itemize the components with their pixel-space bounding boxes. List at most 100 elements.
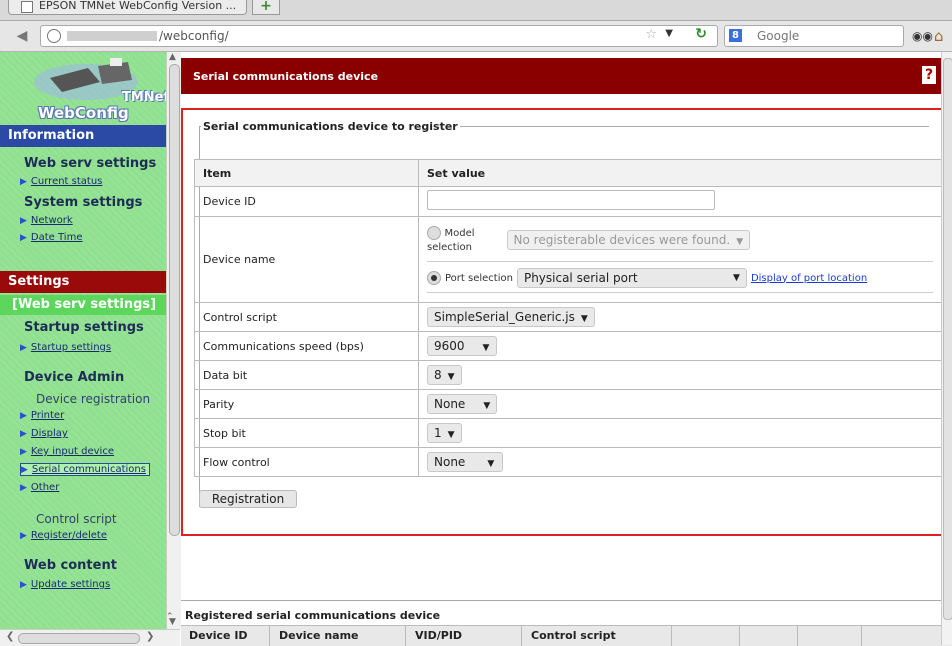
- port-selection-label: Port selection: [445, 272, 513, 284]
- scroll-marker-icon: ⌃: [166, 612, 174, 622]
- parity-dropdown[interactable]: None ▼: [427, 394, 497, 414]
- sidebar-item-current-status[interactable]: ▶ Current status: [20, 176, 102, 187]
- table-row: Device ID: [194, 186, 942, 217]
- sidebar-item-label: Serial communications: [31, 464, 146, 475]
- row-value-flow-control: None ▼: [418, 447, 942, 477]
- sidebar-item-display[interactable]: ▶ Display: [20, 428, 68, 439]
- startup-settings-heading: Startup settings: [24, 320, 144, 335]
- triangle-right-icon: ▶: [20, 447, 27, 457]
- tmnet-logo: TMNet WebConfig: [28, 56, 166, 122]
- web-content-heading: Web content: [24, 558, 117, 573]
- port-dropdown-value: Physical serial port: [523, 271, 638, 285]
- column-header-device-name: Device name: [279, 629, 359, 642]
- back-arrow-icon[interactable]: ◀: [8, 25, 36, 47]
- sidebar-item-label: Register/delete: [30, 530, 107, 541]
- sidebar-item-label: Key input device: [30, 446, 114, 457]
- control-script-label: Control script: [36, 512, 117, 526]
- sidebar-item-network[interactable]: ▶ Network: [20, 215, 73, 226]
- column-divider: [861, 626, 862, 646]
- port-selection-radio[interactable]: [427, 271, 441, 285]
- tab-title: EPSON TMNet WebConfig Version ...: [39, 0, 237, 12]
- scroll-left-icon[interactable]: ❮: [6, 631, 14, 642]
- binoculars-icon[interactable]: ◉◉: [912, 29, 933, 43]
- sidebar-item-label: Network: [30, 215, 73, 226]
- row-value-comm-speed: 9600 ▼: [418, 331, 942, 361]
- column-divider: [671, 626, 672, 646]
- flow-control-dropdown[interactable]: None ▼: [427, 452, 503, 472]
- system-settings-heading: System settings: [24, 195, 143, 210]
- row-value-parity: None ▼: [418, 389, 942, 419]
- model-selection-label-1: Model: [444, 228, 475, 239]
- display-port-location-link[interactable]: Display of port location: [751, 273, 867, 284]
- table-header-row: Item Set value: [194, 159, 942, 187]
- main-vertical-scrollbar[interactable]: [941, 52, 952, 645]
- home-icon[interactable]: ⌂: [934, 27, 944, 45]
- url-text: /webconfig/: [159, 29, 229, 43]
- search-engine-icon[interactable]: 8: [729, 29, 742, 42]
- search-placeholder: Google: [757, 29, 800, 43]
- triangle-right-icon: ▶: [20, 216, 27, 226]
- table-row: Data bit 8 ▼: [194, 360, 942, 390]
- sidebar-item-label: Update settings: [30, 579, 111, 590]
- model-dropdown[interactable]: No registerable devices were found. ▼: [506, 229, 751, 250]
- chevron-down-icon[interactable]: ▼: [665, 28, 673, 39]
- table-row: Communications speed (bps) 9600 ▼: [194, 331, 942, 361]
- chevron-down-icon: ▼: [483, 401, 491, 411]
- port-dropdown[interactable]: Physical serial port ▼: [516, 268, 747, 288]
- scroll-up-icon[interactable]: ▲: [169, 52, 176, 62]
- triangle-right-icon: ▶: [20, 483, 27, 493]
- device-id-input[interactable]: [427, 190, 715, 210]
- column-header-control-script: Control script: [531, 629, 616, 642]
- section-divider: [181, 600, 952, 601]
- settings-table: Item Set value Device ID Device name Mod…: [194, 159, 942, 477]
- model-selection-radio[interactable]: [427, 226, 441, 240]
- scrollbar-thumb[interactable]: [169, 64, 180, 536]
- logo-line1: TMNet: [122, 90, 166, 105]
- sidebar-horizontal-scrollbar[interactable]: ❮ ❯: [0, 629, 180, 646]
- web-serv-settings-heading: Web serv settings: [24, 156, 157, 171]
- scrollbar-thumb[interactable]: [18, 633, 140, 644]
- chevron-down-icon: ▼: [733, 273, 740, 283]
- sidebar-vertical-scrollbar[interactable]: ▲ ▼: [166, 52, 181, 629]
- sidebar-item-key-input-device[interactable]: ▶ Key input device: [20, 446, 114, 457]
- help-icon[interactable]: ?: [922, 66, 936, 84]
- sidebar-item-label: Current status: [30, 176, 103, 187]
- column-header-vid-pid: VID/PID: [415, 629, 463, 642]
- column-divider: [739, 626, 740, 646]
- new-tab-button[interactable]: +: [252, 0, 280, 15]
- row-label-stop-bit: Stop bit: [194, 418, 419, 448]
- sidebar-item-serial-communications[interactable]: ▶ Serial communications: [20, 463, 150, 476]
- column-header-device-id: Device ID: [189, 629, 248, 642]
- row-value-data-bit: 8 ▼: [418, 360, 942, 390]
- row-label-comm-speed: Communications speed (bps): [194, 331, 419, 361]
- search-input[interactable]: 8 Google: [724, 25, 904, 47]
- triangle-right-icon: ▶: [20, 429, 27, 439]
- triangle-right-icon: ▶: [20, 580, 27, 590]
- comm-speed-dropdown[interactable]: 9600 ▼: [427, 336, 497, 356]
- scrollbar-thumb[interactable]: [943, 58, 952, 620]
- sidebar-item-date-time[interactable]: ▶ Date Time: [20, 232, 82, 243]
- reload-icon[interactable]: ↻: [695, 26, 707, 42]
- main-content: Serial communications device ? Serial co…: [181, 52, 952, 646]
- triangle-right-icon: ▶: [20, 343, 27, 353]
- device-admin-heading: Device Admin: [24, 370, 125, 385]
- stop-bit-dropdown[interactable]: 1 ▼: [427, 423, 462, 443]
- sidebar-item-printer[interactable]: ▶ Printer: [20, 410, 64, 421]
- sidebar-item-other[interactable]: ▶ Other: [20, 482, 59, 493]
- row-label-parity: Parity: [194, 389, 419, 419]
- model-dropdown-value: No registerable devices were found.: [513, 232, 731, 247]
- sidebar-item-label: Other: [30, 482, 60, 493]
- registration-button[interactable]: Registration: [199, 490, 297, 508]
- sidebar-item-register-delete[interactable]: ▶ Register/delete: [20, 530, 107, 541]
- data-bit-dropdown[interactable]: 8 ▼: [427, 365, 462, 385]
- control-script-dropdown[interactable]: SimpleSerial_Generic.js ▼: [427, 307, 595, 327]
- row-value-stop-bit: 1 ▼: [418, 418, 942, 448]
- scroll-right-icon[interactable]: ❯: [146, 631, 154, 642]
- sidebar-item-update-settings[interactable]: ▶ Update settings: [20, 579, 110, 590]
- page-header: Serial communications device ?: [181, 58, 944, 94]
- sidebar-item-startup-settings[interactable]: ▶ Startup settings: [20, 342, 111, 353]
- url-bar[interactable]: /webconfig/ ☆ ▼ ↻: [40, 25, 718, 47]
- current-section: [Web serv settings]: [0, 295, 166, 315]
- bookmark-star-icon[interactable]: ☆: [645, 27, 657, 42]
- browser-tab[interactable]: EPSON TMNet WebConfig Version ...: [8, 0, 248, 15]
